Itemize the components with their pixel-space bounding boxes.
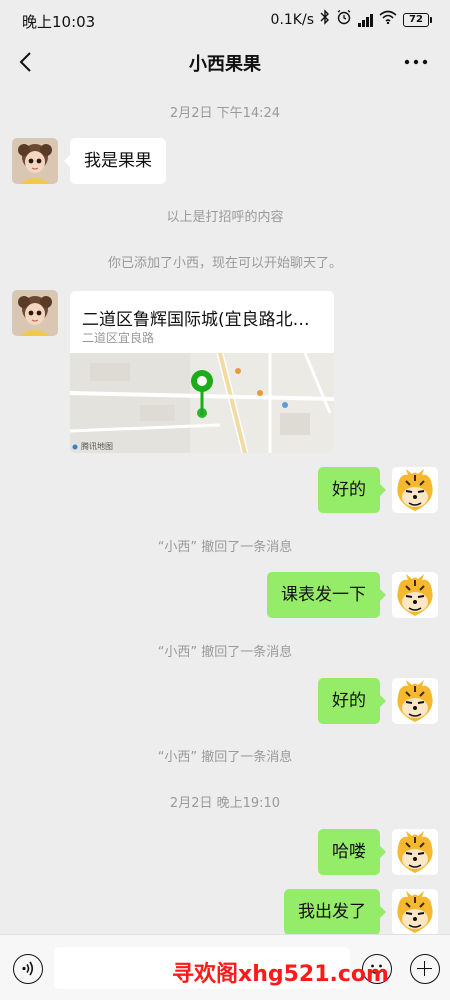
system-message: “小西” 撤回了一条消息: [157, 750, 293, 765]
chat-title: 小西果果: [189, 54, 261, 75]
message-bubble[interactable]: 课表发一下: [267, 572, 386, 618]
message-bubble[interactable]: 我是果果: [64, 138, 166, 184]
contact-avatar[interactable]: [12, 290, 58, 336]
system-message: “小西” 撤回了一条消息: [157, 540, 293, 555]
battery-icon: 72: [403, 13, 432, 27]
message-bubble[interactable]: 哈喽: [318, 829, 386, 875]
my-avatar[interactable]: [392, 889, 438, 934]
message-bubble[interactable]: 好的: [318, 467, 386, 513]
location-address: 二道区宜良路: [82, 331, 155, 345]
signal-icon: [358, 13, 373, 27]
chat-header: 小西果果: [0, 40, 450, 84]
contact-avatar[interactable]: [12, 138, 58, 184]
network-speed: 0.1K/s: [270, 12, 314, 28]
more-button[interactable]: [400, 46, 432, 78]
status-bar: 晚上10:03 0.1K/s 72: [0, 0, 450, 40]
location-map[interactable]: 腾讯地图: [70, 353, 334, 453]
my-avatar[interactable]: [392, 829, 438, 875]
my-avatar[interactable]: [392, 678, 438, 724]
voice-button[interactable]: [13, 954, 43, 984]
my-avatar[interactable]: [392, 572, 438, 618]
chat-area[interactable]: 2月2日 下午14:24 我是果果 以上是打招呼的内容 你已添加了小西，现在可以…: [0, 84, 450, 934]
wifi-icon: [379, 10, 397, 30]
timestamp: 2月2日 晚上19:10: [169, 796, 281, 811]
system-message: 你已添加了小西，现在可以开始聊天了。: [107, 256, 342, 271]
message-bubble[interactable]: 我出发了: [284, 889, 386, 934]
battery-level: 72: [403, 13, 429, 27]
system-message: “小西” 撤回了一条消息: [157, 645, 293, 660]
status-time: 晚上10:03: [22, 13, 96, 31]
location-name: 二道区鲁辉国际城(宜良路北…: [82, 310, 310, 330]
alarm-icon: [336, 9, 352, 31]
timestamp: 2月2日 下午14:24: [169, 106, 281, 121]
message-bubble[interactable]: 好的: [318, 678, 386, 724]
my-avatar[interactable]: [392, 467, 438, 513]
status-icons: 0.1K/s 72: [270, 9, 432, 31]
system-message: 以上是打招呼的内容: [166, 210, 284, 225]
bluetooth-icon: [320, 9, 330, 31]
voice-icon: [22, 961, 34, 976]
more-dots-icon: [404, 59, 428, 65]
location-card[interactable]: 二道区鲁辉国际城(宜良路北… 二道区宜良路 腾讯地图: [70, 291, 334, 453]
plus-button[interactable]: [410, 954, 440, 984]
map-provider-label: 腾讯地图: [81, 442, 113, 451]
watermark-text: 寻欢阁xhg521.com: [172, 962, 389, 987]
